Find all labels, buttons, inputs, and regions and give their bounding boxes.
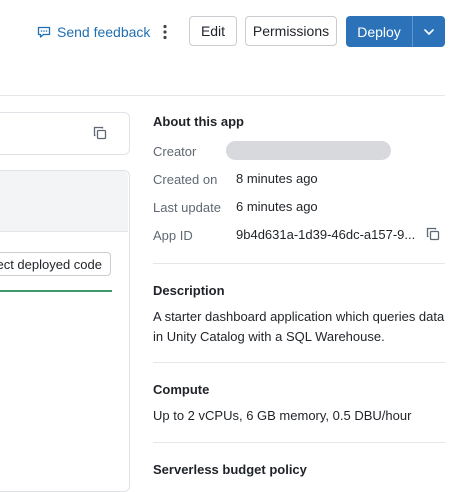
deployed-code-label: ect deployed code xyxy=(0,256,102,272)
about-title: About this app xyxy=(153,114,244,129)
send-feedback-label: Send feedback xyxy=(57,24,151,40)
section-divider xyxy=(153,362,445,363)
edit-button[interactable]: Edit xyxy=(189,16,237,46)
description-title: Description xyxy=(153,283,225,298)
compute-text: Up to 2 vCPUs, 6 GB memory, 0.5 DBU/hour xyxy=(153,408,412,423)
compute-title: Compute xyxy=(153,382,210,397)
header-divider xyxy=(0,95,445,96)
section-divider xyxy=(153,263,445,264)
app-id-value: 9b4d631a-1d39-46dc-a157-9... xyxy=(236,227,416,242)
url-card xyxy=(0,112,130,155)
deploy-split-button: Deploy xyxy=(346,16,445,47)
copy-icon[interactable] xyxy=(92,125,108,141)
deployment-panel-divider xyxy=(0,231,128,232)
creator-label: Creator xyxy=(153,144,197,159)
chevron-down-icon xyxy=(424,28,434,35)
chat-icon xyxy=(37,26,51,38)
description-text: A starter dashboard application which qu… xyxy=(153,309,445,344)
deployment-panel-header xyxy=(0,171,128,231)
created-on-label: Created on xyxy=(153,172,218,187)
section-divider xyxy=(153,442,445,443)
created-on-value: 8 minutes ago xyxy=(236,171,318,186)
send-feedback-link[interactable]: Send feedback xyxy=(36,22,150,42)
budget-policy-title: Serverless budget policy xyxy=(153,462,307,477)
last-update-value: 6 minutes ago xyxy=(236,199,318,214)
kebab-icon xyxy=(163,24,167,40)
deployed-code-button[interactable]: ect deployed code xyxy=(0,252,111,276)
copy-icon[interactable] xyxy=(425,226,441,242)
deploy-menu-button[interactable] xyxy=(413,16,445,47)
creator-value-redacted xyxy=(226,141,391,160)
permissions-button[interactable]: Permissions xyxy=(245,16,337,46)
status-bar xyxy=(0,290,112,292)
last-update-label: Last update xyxy=(153,200,221,215)
app-id-label: App ID xyxy=(153,228,193,243)
more-options-button[interactable] xyxy=(156,22,174,42)
deploy-button[interactable]: Deploy xyxy=(346,16,412,47)
